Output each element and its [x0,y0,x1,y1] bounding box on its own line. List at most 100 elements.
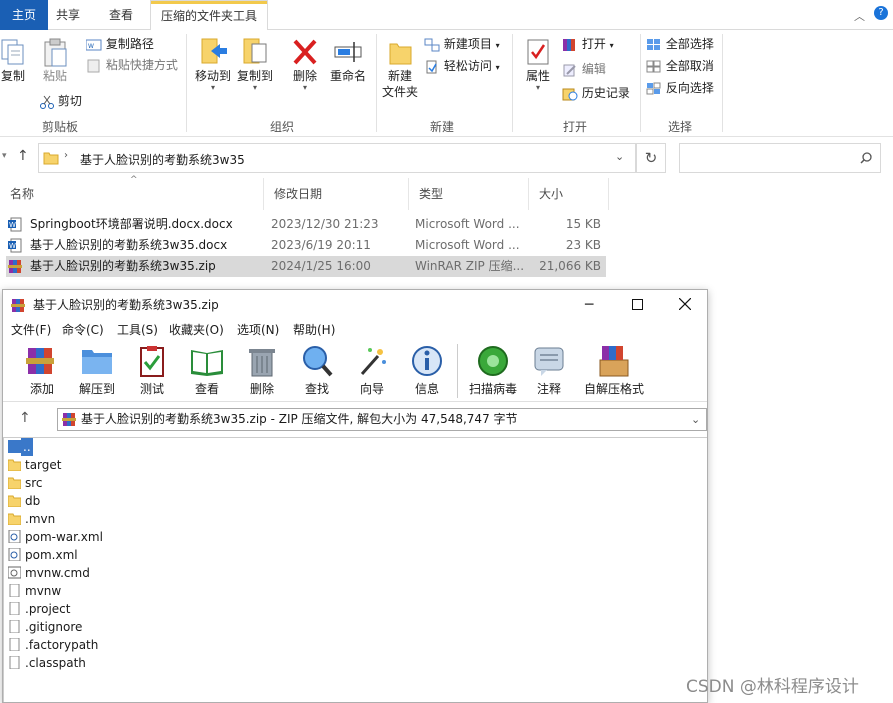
paste-shortcut-button[interactable]: 粘贴快捷方式 [86,56,178,74]
column-date[interactable]: 修改日期 [264,178,409,210]
edit-button[interactable]: 编辑 [562,60,606,78]
menu-file[interactable]: 文件(F) [11,320,51,340]
menu-options[interactable]: 选项(N) [237,320,279,340]
group-new-label: 新建 [430,120,455,134]
add-button[interactable]: 添加 [14,344,70,397]
chevron-up-icon[interactable]: ︿ [854,8,865,24]
help-icon[interactable]: ? [874,6,888,20]
move-to-button[interactable]: 移动到 ▾ [194,36,232,92]
entry-name: src [25,476,43,490]
wizard-button[interactable]: 向导 [344,344,400,397]
file-row[interactable]: W Springboot环境部署说明.docx.docx 2023/12/30 … [6,214,606,235]
cmd-file-icon [8,566,21,579]
delete-button[interactable]: 删除 ▾ [288,36,322,92]
view-book-icon [191,350,223,376]
up-arrow-icon[interactable]: ↑ [17,148,29,164]
winrar-archive-icon [62,413,76,426]
column-type[interactable]: 类型 [409,178,529,210]
new-item-button[interactable]: 新建项目 ▾ [424,35,500,55]
search-input[interactable] [679,143,881,173]
chevron-down-icon[interactable]: ⌄ [691,409,700,430]
find-button[interactable]: 查找 [289,344,345,397]
menu-favorites[interactable]: 收藏夹(O) [169,320,224,340]
sfx-button[interactable]: 自解压格式 [581,344,647,397]
file-name: 基于人脸识别的考勤系统3w35.docx [30,238,228,252]
breadcrumb-chevron-icon: › [64,150,68,161]
menu-command[interactable]: 命令(C) [62,320,104,340]
test-button[interactable]: 测试 [124,344,180,397]
folder-icon [8,495,21,507]
entry-name: .project [25,602,71,616]
group-organize-label: 组织 [270,120,295,134]
history-icon [562,88,578,100]
archive-path-text: 基于人脸识别的考勤系统3w35.zip - ZIP 压缩文件, 解包大小为 47… [81,412,518,426]
scan-virus-label: 扫描病毒 [468,382,517,396]
menu-help[interactable]: 帮助(H) [293,320,335,340]
tab-view[interactable]: 查看 [99,0,143,30]
info-button[interactable]: 信息 [399,344,455,397]
winrar-title-bar[interactable]: 基于人脸识别的考勤系统3w35.zip ─ [3,290,707,320]
extract-to-button[interactable]: 解压到 [69,344,125,397]
magic-wand-icon [360,348,386,375]
archive-path-select[interactable]: 基于人脸识别的考勤系统3w35.zip - ZIP 压缩文件, 解包大小为 47… [57,408,707,431]
file-row-selected[interactable]: 基于人脸识别的考勤系统3w35.zip 2024/1/25 16:00 WinR… [6,256,606,277]
file-size: 21,066 KB [539,259,601,273]
file-size: 15 KB [565,217,601,231]
rename-button[interactable]: 重命名 [328,36,368,84]
menu-tools[interactable]: 工具(S) [117,320,158,340]
cut-button[interactable]: 剪切 [40,92,82,110]
paste-button[interactable]: 粘贴 [38,38,72,84]
new-folder-button[interactable]: 新建 文件夹 [380,36,420,100]
tab-compressed-folder-tools[interactable]: 压缩的文件夹工具 [150,0,269,30]
address-bar-row: ▾ ↑ › 基于人脸识别的考勤系统3w35 ⌄ ↻ [0,140,893,176]
close-icon[interactable] [679,298,691,310]
folder-icon [43,152,59,165]
copy-to-label: 复制到 [236,69,273,83]
copy-path-label: 复制路径 [105,37,154,51]
column-name[interactable]: 名称 [0,178,264,210]
history-label: 历史记录 [581,86,630,100]
winrar-app-icon [11,299,25,312]
up-folder-icon[interactable]: ↑ [19,410,31,426]
delete-icon [293,39,317,65]
select-all-button[interactable]: 全部选择 [646,35,714,53]
recent-locations-icon[interactable]: ▾ [2,151,7,161]
minimize-icon[interactable]: ─ [585,290,593,320]
view-button[interactable]: 查看 [179,344,235,397]
copy-to-button[interactable]: 复制到 ▾ [236,36,274,92]
address-dropdown-icon[interactable]: ⌄ [615,150,624,163]
file-date: 2023/6/19 20:11 [271,238,371,252]
invert-selection-button[interactable]: 反向选择 [646,79,714,97]
folder-icon [8,477,21,489]
maximize-icon[interactable] [632,299,643,310]
select-none-button[interactable]: 全部取消 [646,57,714,75]
copy-path-button[interactable]: W 复制路径 [86,35,154,53]
tab-share[interactable]: 共享 [46,0,90,30]
easy-access-button[interactable]: 轻松访问 ▾ [424,57,500,77]
breadcrumb[interactable]: 基于人脸识别的考勤系统3w35 [80,151,245,168]
delete-archive-button[interactable]: 删除 [234,344,290,397]
refresh-icon[interactable]: ↻ [636,143,666,173]
address-field[interactable]: › 基于人脸识别的考勤系统3w35 ⌄ [38,143,636,173]
properties-button[interactable]: 属性 ▾ [520,36,556,92]
winrar-toolbar: 添加 解压到 测试 查看 删除 查找 向导 信息 扫描病毒 注释 自解压格式 [3,340,707,402]
column-size[interactable]: 大小 [529,178,609,210]
winrar-path-bar: ↑ 基于人脸识别的考勤系统3w35.zip - ZIP 压缩文件, 解包大小为 … [3,403,707,435]
entry-name: pom.xml [25,548,78,562]
properties-icon [527,39,549,65]
file-icon [9,656,20,669]
parent-folder-icon [8,440,21,453]
history-button[interactable]: 历史记录 [562,84,630,102]
copy-button[interactable]: 复制 [0,38,28,84]
easy-access-label: 轻松访问 [443,59,492,73]
file-list: ^ 名称 修改日期 类型 大小 W Springboot环境部署说明.docx.… [0,175,893,288]
scan-virus-button[interactable]: 扫描病毒 [463,344,523,397]
file-icon [9,620,20,633]
open-button[interactable]: 打开 ▾ [562,35,614,55]
search-icon [860,152,872,164]
new-item-icon [424,38,440,51]
file-name: Springboot环境部署说明.docx.docx [30,217,233,231]
tab-home[interactable]: 主页 [0,0,49,30]
file-row[interactable]: W 基于人脸识别的考勤系统3w35.docx 2023/6/19 20:11 M… [6,235,606,256]
comment-button[interactable]: 注释 [521,344,577,397]
